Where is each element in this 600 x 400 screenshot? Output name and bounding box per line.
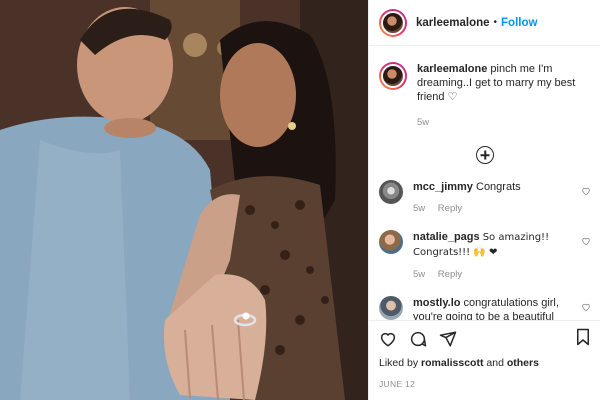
post-photo[interactable]: [0, 0, 368, 400]
commenter-avatar[interactable]: [379, 296, 403, 320]
comment: mcc_jimmy Congrats 5w Reply: [379, 180, 591, 216]
post-header: karleemalone • Follow: [369, 0, 600, 46]
author-avatar[interactable]: [379, 8, 407, 37]
paper-plane-icon[interactable]: [439, 330, 457, 348]
like-comment-heart-icon[interactable]: [581, 186, 591, 196]
liked-by-user[interactable]: romalisscott: [421, 357, 483, 369]
post-date[interactable]: JUNE 12: [379, 379, 591, 389]
reply-button[interactable]: Reply: [438, 203, 462, 214]
liked-by-conjunction: and: [486, 357, 504, 369]
comment-username[interactable]: mcc_jimmy: [413, 181, 473, 193]
caption: karleemalone pinch me I'm dreaming..I ge…: [379, 50, 591, 130]
liked-by-prefix: Liked by: [379, 357, 419, 369]
comment-time[interactable]: 5w: [413, 203, 425, 214]
author-username[interactable]: karleemalone: [416, 17, 490, 29]
comment-text: Congrats: [476, 181, 521, 193]
likes-summary: Liked by romalisscott and others: [379, 357, 591, 369]
bookmark-icon[interactable]: [575, 328, 591, 346]
comment-time[interactable]: 5w: [413, 269, 425, 280]
caption-username[interactable]: karleemalone: [417, 63, 487, 75]
comments-list[interactable]: karleemalone pinch me I'm dreaming..I ge…: [369, 50, 600, 320]
caption-time[interactable]: 5w: [417, 117, 429, 128]
liked-by-others[interactable]: others: [507, 357, 539, 369]
follow-button[interactable]: Follow: [501, 17, 537, 29]
reply-button[interactable]: Reply: [438, 269, 462, 280]
comment: mostly.lo congratulations girl, you're g…: [379, 296, 591, 320]
engagement-photo-illustration: [0, 0, 368, 400]
separator-dot: •: [493, 17, 498, 28]
comment: natalie_pags So amazing!! Congrats!!! 🙌 …: [379, 230, 591, 282]
commenter-avatar[interactable]: [379, 180, 403, 204]
heart-icon[interactable]: [379, 330, 397, 348]
post-details-panel: karleemalone • Follow karleemalone pinch…: [368, 0, 600, 400]
post-actions: Liked by romalisscott and others JUNE 12: [369, 320, 600, 400]
commenter-avatar[interactable]: [379, 230, 403, 254]
load-more-comments[interactable]: [379, 146, 591, 164]
caption-avatar[interactable]: [379, 62, 407, 90]
plus-circle-icon[interactable]: [476, 146, 494, 164]
comment-username[interactable]: natalie_pags: [413, 231, 480, 243]
comment-icon[interactable]: [409, 330, 427, 348]
like-comment-heart-icon[interactable]: [581, 236, 591, 246]
comment-username[interactable]: mostly.lo: [413, 297, 460, 309]
like-comment-heart-icon[interactable]: [581, 302, 591, 312]
